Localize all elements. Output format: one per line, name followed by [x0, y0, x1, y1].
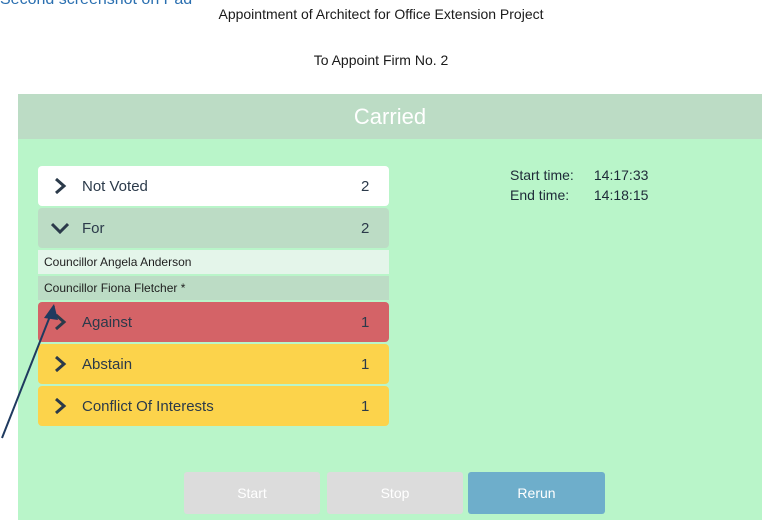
- group-count: 1: [361, 313, 370, 331]
- group-label: Not Voted: [82, 177, 148, 195]
- group-conflict-of-interests[interactable]: Conflict Of Interests 1: [38, 386, 389, 426]
- group-for[interactable]: For 2: [38, 208, 389, 248]
- end-time-value: 14:18:15: [593, 187, 649, 203]
- rerun-button[interactable]: Rerun: [468, 472, 605, 514]
- start-button[interactable]: Start: [184, 472, 320, 514]
- start-time-label: Start time:: [510, 167, 574, 183]
- vote-times: Start time: 14:17:33 End time: 14:18:15: [510, 165, 648, 205]
- end-time-label: End time:: [510, 187, 570, 203]
- member-row: Councillor Angela Anderson: [38, 250, 389, 274]
- end-time-row: End time: 14:18:15: [510, 185, 648, 205]
- start-time-value: 14:17:33: [593, 167, 649, 183]
- start-time-row: Start time: 14:17:33: [510, 165, 648, 185]
- group-count: 1: [361, 355, 370, 373]
- vote-groups-list: Not Voted 2 For 2 Councillor Angela Ande…: [38, 166, 389, 428]
- member-row: Councillor Fiona Fletcher *: [38, 276, 389, 300]
- motion-title: Appointment of Architect for Office Exte…: [218, 6, 544, 22]
- group-count: 2: [361, 177, 370, 195]
- group-not-voted[interactable]: Not Voted 2: [38, 166, 389, 206]
- group-label: Abstain: [82, 355, 133, 373]
- chevron-right-icon: [38, 166, 82, 206]
- pointer-arrow-icon: [1, 304, 58, 439]
- group-label: For: [82, 219, 105, 237]
- group-count: 1: [361, 397, 370, 415]
- chevron-down-icon: [38, 208, 82, 248]
- group-label: Against: [82, 313, 133, 331]
- group-label: Conflict Of Interests: [82, 397, 214, 415]
- group-count: 2: [361, 219, 370, 237]
- vote-panel: Carried Not Voted 2 For 2 Councillor Ang…: [18, 94, 762, 520]
- stop-button[interactable]: Stop: [327, 472, 463, 514]
- motion-subtitle: To Appoint Firm No. 2: [313, 52, 449, 68]
- group-abstain[interactable]: Abstain 1: [38, 344, 389, 384]
- result-banner: Carried: [18, 94, 762, 139]
- group-against[interactable]: Against 1: [38, 302, 389, 342]
